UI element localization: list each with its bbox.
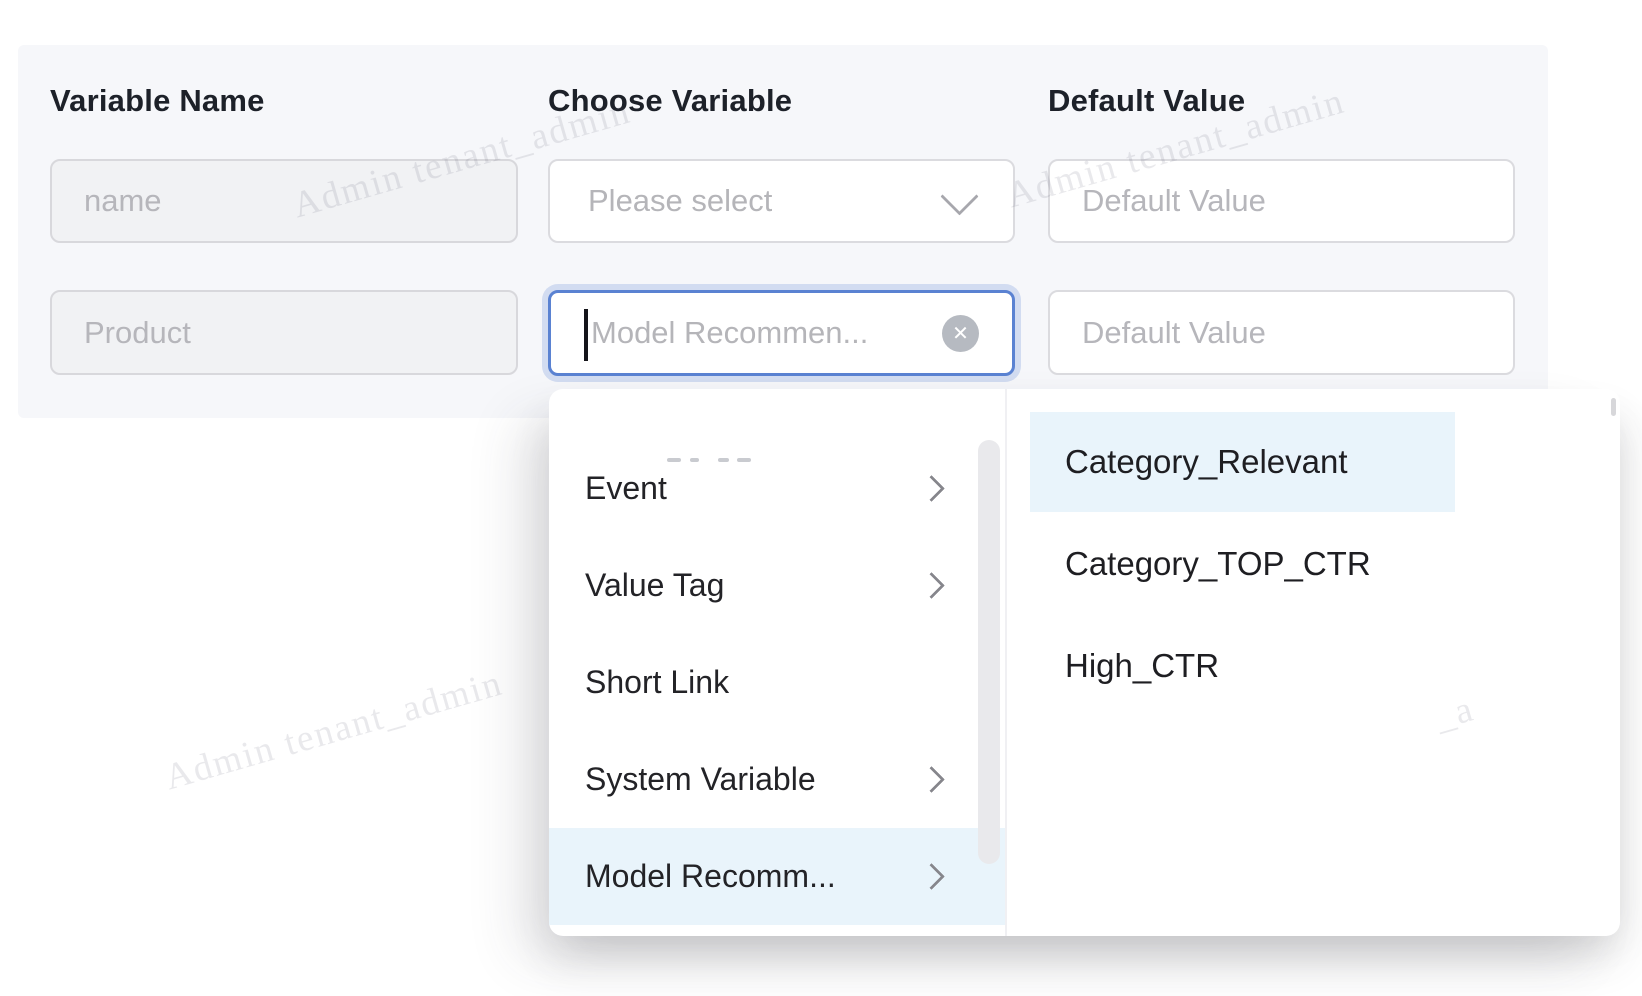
submenu-item-label: High_CTR	[1065, 647, 1219, 685]
row2-variable-name-field	[50, 290, 518, 375]
menu-item-label: System Variable	[585, 761, 816, 798]
default-value-input-row2[interactable]	[1048, 290, 1515, 375]
menu-item-system-variable[interactable]: System Variable	[549, 731, 1005, 828]
row1-default-value-field	[1048, 159, 1515, 243]
chevron-right-icon	[918, 475, 945, 502]
variable-form-panel: Variable Name Choose Variable Default Va…	[18, 45, 1548, 418]
row1-variable-name-field	[50, 159, 518, 243]
column-header-default-value: Default Value	[1048, 83, 1515, 119]
menu-item-clipped[interactable]	[549, 399, 1005, 440]
submenu-item-label: Category_TOP_CTR	[1065, 545, 1371, 583]
menu-item-event[interactable]: Event	[549, 440, 1005, 537]
chevron-right-icon	[918, 863, 945, 890]
menu-item-model-recomm[interactable]: Model Recomm...	[549, 828, 1005, 925]
column-divider	[1005, 389, 1007, 936]
watermark-text: Admin tenant_admin	[160, 662, 508, 800]
menu-item-short-link[interactable]: Short Link	[549, 634, 1005, 731]
menu-item-value-tag[interactable]: Value Tag	[549, 537, 1005, 634]
menu-item-label: Model Recomm...	[585, 858, 836, 895]
variable-name-input-row1[interactable]	[50, 159, 518, 243]
select-placeholder: Please select	[588, 183, 772, 219]
submenu-item-category-relevant[interactable]: Category_Relevant	[1030, 412, 1455, 512]
column-header-choose-variable: Choose Variable	[548, 83, 1015, 119]
choose-variable-select-row2[interactable]: Model Recommen... ✕	[548, 290, 1015, 376]
chevron-right-icon	[918, 572, 945, 599]
column-header-variable-name: Variable Name	[50, 83, 518, 119]
submenu-item-high-ctr[interactable]: High_CTR	[1030, 616, 1455, 716]
default-value-input-row1[interactable]	[1048, 159, 1515, 243]
submenu-scrollbar-thumb[interactable]	[1611, 398, 1616, 416]
cascader-menu-column: Event Value Tag Short Link System Variable M…	[549, 399, 1005, 926]
submenu-item-label: Category_Relevant	[1065, 443, 1348, 481]
menu-item-label: Value Tag	[585, 567, 724, 604]
chevron-right-icon	[918, 766, 945, 793]
variable-name-input-row2[interactable]	[50, 290, 518, 375]
close-icon: ✕	[952, 324, 969, 344]
submenu-item-category-top-ctr[interactable]: Category_TOP_CTR	[1030, 514, 1455, 614]
menu-scrollbar-thumb[interactable]	[978, 440, 1000, 864]
menu-item-label: Short Link	[585, 664, 729, 701]
choose-variable-select-row1[interactable]: Please select	[548, 159, 1015, 243]
selected-value-text: Model Recommen...	[589, 315, 868, 351]
cascader-dropdown: Event Value Tag Short Link System Variable M…	[549, 389, 1620, 936]
chevron-down-icon	[940, 177, 978, 215]
text-caret	[584, 309, 588, 361]
row2-default-value-field	[1048, 290, 1515, 375]
clear-selection-button[interactable]: ✕	[942, 315, 979, 352]
menu-item-label: Event	[585, 470, 667, 507]
